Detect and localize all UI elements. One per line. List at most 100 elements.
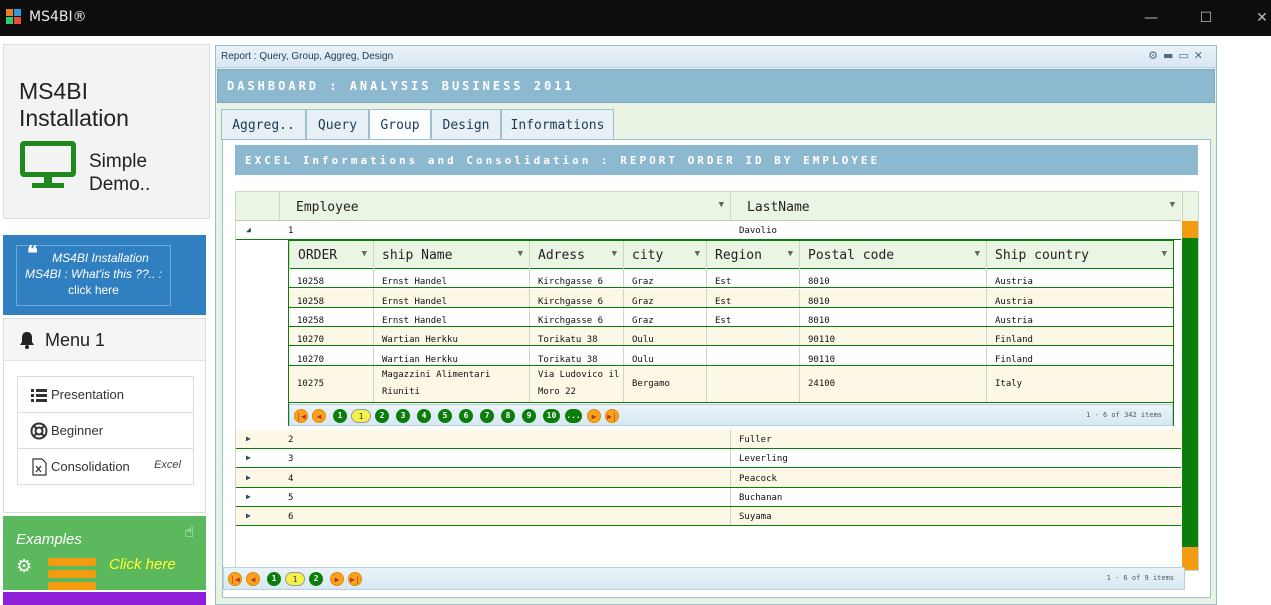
next-page-icon[interactable]: ▶ [330, 572, 344, 586]
chevron-down-icon[interactable]: ▼ [719, 200, 724, 210]
expand-icon[interactable]: ▶ [246, 453, 251, 462]
cell-order: 10258 [297, 316, 325, 326]
menu-item-consolidation[interactable]: Consolidation Excel [18, 449, 193, 485]
last-page-icon[interactable]: ▶| [348, 572, 362, 586]
detail-header: ORDER ▼ ship Name ▼ Adress ▼ city ▼ Region ▼ … [289, 241, 1173, 269]
page-button[interactable]: 8 [501, 409, 515, 423]
table-row[interactable]: ▶ 3 Leverling [236, 449, 1181, 468]
table-row[interactable]: 10258 Ernst Handel Kirchgasse 6 Graz Est… [289, 269, 1173, 288]
column-header-lastname[interactable]: LastName ▼ [730, 192, 1181, 221]
sidebar: MS4BI Installation Simple Demo.. ❝ MS4BI… [0, 36, 214, 605]
employee-lastname: Leverling [739, 454, 788, 464]
page-button[interactable]: 6 [459, 409, 473, 423]
page-button[interactable]: 5 [438, 409, 452, 423]
examples-click-here[interactable]: Click here [109, 556, 176, 573]
page-button[interactable]: 7 [480, 409, 494, 423]
tab-design[interactable]: Design [431, 109, 501, 140]
detail-header-ship-name[interactable]: ship Name ▼ [373, 241, 529, 269]
detail-header-ship-country[interactable]: Ship country ▼ [986, 241, 1173, 269]
table-row[interactable]: 10270 Wartian Herkku Torikatu 38 Oulu 90… [289, 347, 1173, 366]
close-icon[interactable]: ✕ [1194, 49, 1208, 62]
menu-item-presentation[interactable]: Presentation [18, 377, 193, 413]
menu-header[interactable]: Menu 1 [4, 319, 205, 361]
chevron-down-icon[interactable]: ▼ [695, 249, 700, 259]
info-click-here[interactable]: click here [17, 282, 170, 298]
info-line2: MS4BI : What'is this ??.. : [24, 267, 162, 281]
page-button[interactable]: 10 [543, 409, 560, 423]
chevron-down-icon[interactable]: ▼ [362, 249, 367, 259]
chevron-down-icon[interactable]: ▼ [518, 249, 523, 259]
detail-header-order[interactable]: ORDER ▼ [289, 241, 373, 269]
cell-adress: Kirchgasse 6 [529, 289, 623, 307]
table-row[interactable]: 10275 Magazzini Alimentari Riuniti Via L… [289, 366, 1173, 403]
examples-panel[interactable]: Examples ☝ ⚙ Click here [3, 516, 206, 590]
install-card[interactable]: MS4BI Installation Simple Demo.. [3, 44, 210, 219]
cell-postal-code: 90110 [799, 327, 986, 345]
detail-header-region[interactable]: Region ▼ [706, 241, 799, 269]
close-button[interactable]: ✕ [1252, 8, 1271, 28]
scrollbar-up-button[interactable] [1182, 221, 1198, 238]
page-button[interactable]: ... [565, 409, 582, 423]
table-row[interactable]: ▶ 4 Peacock [236, 469, 1181, 488]
table-row[interactable]: ▶ 6 Suyama [236, 507, 1181, 526]
tab-group[interactable]: Group [369, 109, 431, 141]
tab-query[interactable]: Query [306, 109, 369, 140]
collapse-icon[interactable]: ◢ [246, 225, 251, 234]
employee-id: 5 [288, 493, 294, 503]
detail-header-postal-code[interactable]: Postal code ▼ [799, 241, 986, 269]
tab-aggreg[interactable]: Aggreg.. [221, 109, 306, 140]
prev-page-icon[interactable]: ◀ [246, 572, 260, 586]
minimize-icon[interactable]: ▬ [1163, 49, 1178, 62]
expand-icon[interactable]: ▶ [246, 492, 251, 501]
page-button[interactable]: 4 [417, 409, 431, 423]
page-button[interactable]: 1 [333, 409, 347, 423]
table-row[interactable]: ◢ 1 Davolio [236, 221, 1181, 240]
cell-order: 10258 [297, 277, 325, 287]
table-row[interactable]: 10258 Ernst Handel Kirchgasse 6 Graz Est… [289, 289, 1173, 308]
info-link[interactable]: ❝ MS4BI Installation MS4BI : What'is thi… [16, 244, 171, 306]
pager-info: 1 - 6 of 342 items [1086, 411, 1162, 419]
table-row[interactable]: ▶ 5 Buchanan [236, 488, 1181, 507]
column-header-label: ship Name [382, 248, 453, 263]
cell-ship-name: Magazzini Alimentari Riuniti [373, 366, 529, 402]
page-button[interactable]: 3 [396, 409, 410, 423]
next-page-icon[interactable]: ▶ [587, 409, 601, 423]
menu-item-beginner[interactable]: Beginner [18, 413, 193, 449]
cell-ship-name: Ernst Handel [373, 269, 529, 287]
page-button[interactable]: 1 [267, 572, 281, 586]
expand-icon[interactable]: ▶ [246, 434, 251, 443]
page-button[interactable]: 9 [522, 409, 536, 423]
chevron-down-icon[interactable]: ▼ [1170, 200, 1175, 210]
next-panel[interactable] [3, 592, 206, 605]
vertical-scrollbar[interactable] [1182, 221, 1198, 570]
table-row[interactable]: 10258 Ernst Handel Kirchgasse 6 Graz Est… [289, 308, 1173, 327]
expand-icon[interactable]: ▶ [246, 473, 251, 482]
current-page[interactable]: 1 [351, 409, 371, 423]
prev-page-icon[interactable]: ◀ [312, 409, 326, 423]
install-title-line1: MS4BI [19, 78, 89, 104]
maximize-button[interactable]: ☐ [1196, 8, 1216, 28]
current-page[interactable]: 1 [285, 572, 305, 586]
detail-header-city[interactable]: city ▼ [623, 241, 706, 269]
chevron-down-icon[interactable]: ▼ [612, 249, 617, 259]
detail-header-adress[interactable]: Adress ▼ [529, 241, 623, 269]
last-page-icon[interactable]: ▶| [605, 409, 619, 423]
tab-informations[interactable]: Informations [501, 109, 614, 140]
table-row[interactable]: ▶ 2 Fuller [236, 430, 1181, 449]
first-page-icon[interactable]: |◀ [228, 572, 242, 586]
settings-icon[interactable]: ⚙ [1148, 49, 1163, 62]
first-page-icon[interactable]: |◀ [294, 409, 308, 423]
restore-icon[interactable]: ▭ [1178, 49, 1193, 62]
employee-lastname: Suyama [739, 512, 772, 522]
minimize-button[interactable]: — [1141, 8, 1161, 28]
page-button[interactable]: 2 [375, 409, 389, 423]
page-button[interactable]: 2 [309, 572, 323, 586]
column-header-employee[interactable]: Employee ▼ [279, 192, 730, 221]
expand-icon[interactable]: ▶ [246, 511, 251, 520]
chevron-down-icon[interactable]: ▼ [975, 249, 980, 259]
chevron-down-icon[interactable]: ▼ [788, 249, 793, 259]
chevron-down-icon[interactable]: ▼ [1162, 249, 1167, 259]
simple-line2: Demo.. [89, 174, 151, 195]
column-header-label: city [632, 248, 664, 263]
table-row[interactable]: 10270 Wartian Herkku Torikatu 38 Oulu 90… [289, 327, 1173, 346]
